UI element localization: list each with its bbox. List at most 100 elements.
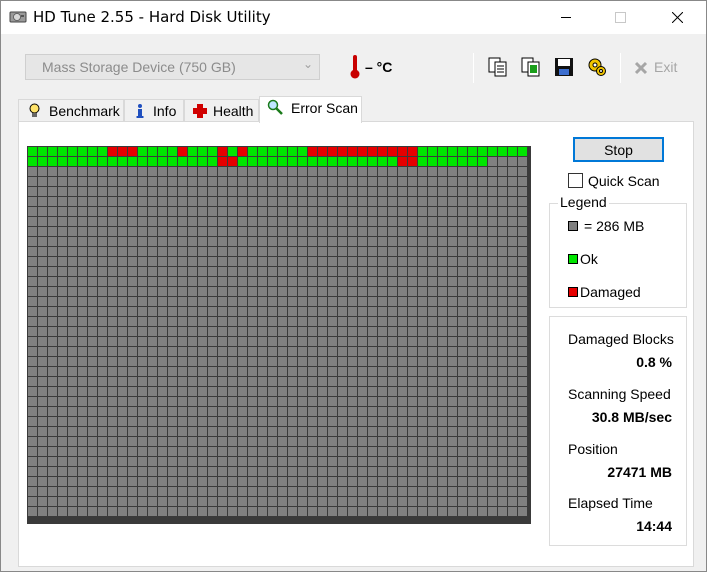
block-pending bbox=[178, 197, 187, 206]
block-pending bbox=[418, 407, 427, 416]
block-pending bbox=[358, 367, 367, 376]
block-pending bbox=[308, 507, 317, 516]
block-pending bbox=[228, 237, 237, 246]
stop-button[interactable]: Stop bbox=[573, 137, 664, 162]
block-pending bbox=[338, 347, 347, 356]
block-pending bbox=[228, 367, 237, 376]
block-ok bbox=[158, 147, 167, 156]
block-pending bbox=[58, 447, 67, 456]
block-pending bbox=[118, 317, 127, 326]
block-pending bbox=[318, 497, 327, 506]
device-select[interactable]: Mass Storage Device (750 GB) ⌄ bbox=[25, 54, 320, 80]
block-pending bbox=[508, 327, 517, 336]
block-pending bbox=[168, 507, 177, 516]
block-pending bbox=[128, 227, 137, 236]
block-damaged bbox=[218, 147, 227, 156]
block-pending bbox=[338, 337, 347, 346]
options-icon[interactable] bbox=[586, 56, 608, 78]
tab-info[interactable]: Info bbox=[124, 99, 184, 122]
block-pending bbox=[508, 237, 517, 246]
copy-image-icon[interactable] bbox=[520, 56, 542, 78]
block-pending bbox=[268, 477, 277, 486]
checkbox-box[interactable] bbox=[568, 173, 583, 188]
block-pending bbox=[218, 197, 227, 206]
block-pending bbox=[248, 177, 257, 186]
block-pending bbox=[348, 467, 357, 476]
block-pending bbox=[228, 487, 237, 496]
block-pending bbox=[58, 187, 67, 196]
block-pending bbox=[218, 207, 227, 216]
block-pending bbox=[268, 217, 277, 226]
block-pending bbox=[138, 397, 147, 406]
block-pending bbox=[108, 387, 117, 396]
block-pending bbox=[408, 187, 417, 196]
block-pending bbox=[208, 387, 217, 396]
block-pending bbox=[248, 397, 257, 406]
block-pending bbox=[418, 417, 427, 426]
block-ok bbox=[258, 147, 267, 156]
block-pending bbox=[98, 467, 107, 476]
block-pending bbox=[478, 407, 487, 416]
block-ok bbox=[298, 157, 307, 166]
block-pending bbox=[348, 357, 357, 366]
tab-health[interactable]: Health bbox=[184, 99, 259, 122]
block-pending bbox=[28, 247, 37, 256]
block-pending bbox=[278, 237, 287, 246]
block-pending bbox=[48, 207, 57, 216]
block-pending bbox=[118, 177, 127, 186]
block-pending bbox=[278, 197, 287, 206]
save-icon[interactable] bbox=[553, 56, 575, 78]
block-pending bbox=[348, 197, 357, 206]
maximize-button[interactable] bbox=[597, 1, 643, 34]
block-pending bbox=[88, 177, 97, 186]
block-pending bbox=[28, 467, 37, 476]
block-pending bbox=[448, 237, 457, 246]
block-pending bbox=[98, 417, 107, 426]
close-button[interactable] bbox=[654, 1, 700, 34]
block-ok bbox=[268, 157, 277, 166]
block-pending bbox=[148, 337, 157, 346]
block-pending bbox=[428, 217, 437, 226]
block-pending bbox=[508, 307, 517, 316]
copy-text-icon[interactable] bbox=[487, 56, 509, 78]
tab-error-scan[interactable]: Error Scan bbox=[259, 96, 362, 123]
minimize-button[interactable] bbox=[543, 1, 589, 34]
block-pending bbox=[308, 487, 317, 496]
block-pending bbox=[488, 387, 497, 396]
block-pending bbox=[328, 197, 337, 206]
block-pending bbox=[228, 267, 237, 276]
block-pending bbox=[88, 277, 97, 286]
block-pending bbox=[158, 457, 167, 466]
block-pending bbox=[448, 217, 457, 226]
block-pending bbox=[188, 167, 197, 176]
block-pending bbox=[358, 397, 367, 406]
block-pending bbox=[478, 387, 487, 396]
block-pending bbox=[398, 267, 407, 276]
block-pending bbox=[128, 437, 137, 446]
block-pending bbox=[458, 297, 467, 306]
block-pending bbox=[478, 337, 487, 346]
block-pending bbox=[358, 437, 367, 446]
block-pending bbox=[328, 317, 337, 326]
block-ok bbox=[98, 157, 107, 166]
block-pending bbox=[108, 497, 117, 506]
block-pending bbox=[318, 487, 327, 496]
block-pending bbox=[378, 287, 387, 296]
block-ok bbox=[138, 147, 147, 156]
block-pending bbox=[278, 507, 287, 516]
block-pending bbox=[98, 317, 107, 326]
block-pending bbox=[98, 447, 107, 456]
block-pending bbox=[138, 417, 147, 426]
block-pending bbox=[198, 227, 207, 236]
scan-stats: Damaged Blocks 0.8 % Scanning Speed 30.8… bbox=[549, 316, 687, 546]
exit-button[interactable]: Exit bbox=[633, 57, 681, 79]
block-pending bbox=[158, 267, 167, 276]
block-pending bbox=[198, 247, 207, 256]
block-pending bbox=[518, 317, 527, 326]
block-pending bbox=[428, 297, 437, 306]
block-pending bbox=[38, 327, 47, 336]
block-pending bbox=[458, 397, 467, 406]
block-pending bbox=[318, 417, 327, 426]
block-pending bbox=[468, 397, 477, 406]
tab-benchmark[interactable]: Benchmark bbox=[18, 99, 124, 122]
